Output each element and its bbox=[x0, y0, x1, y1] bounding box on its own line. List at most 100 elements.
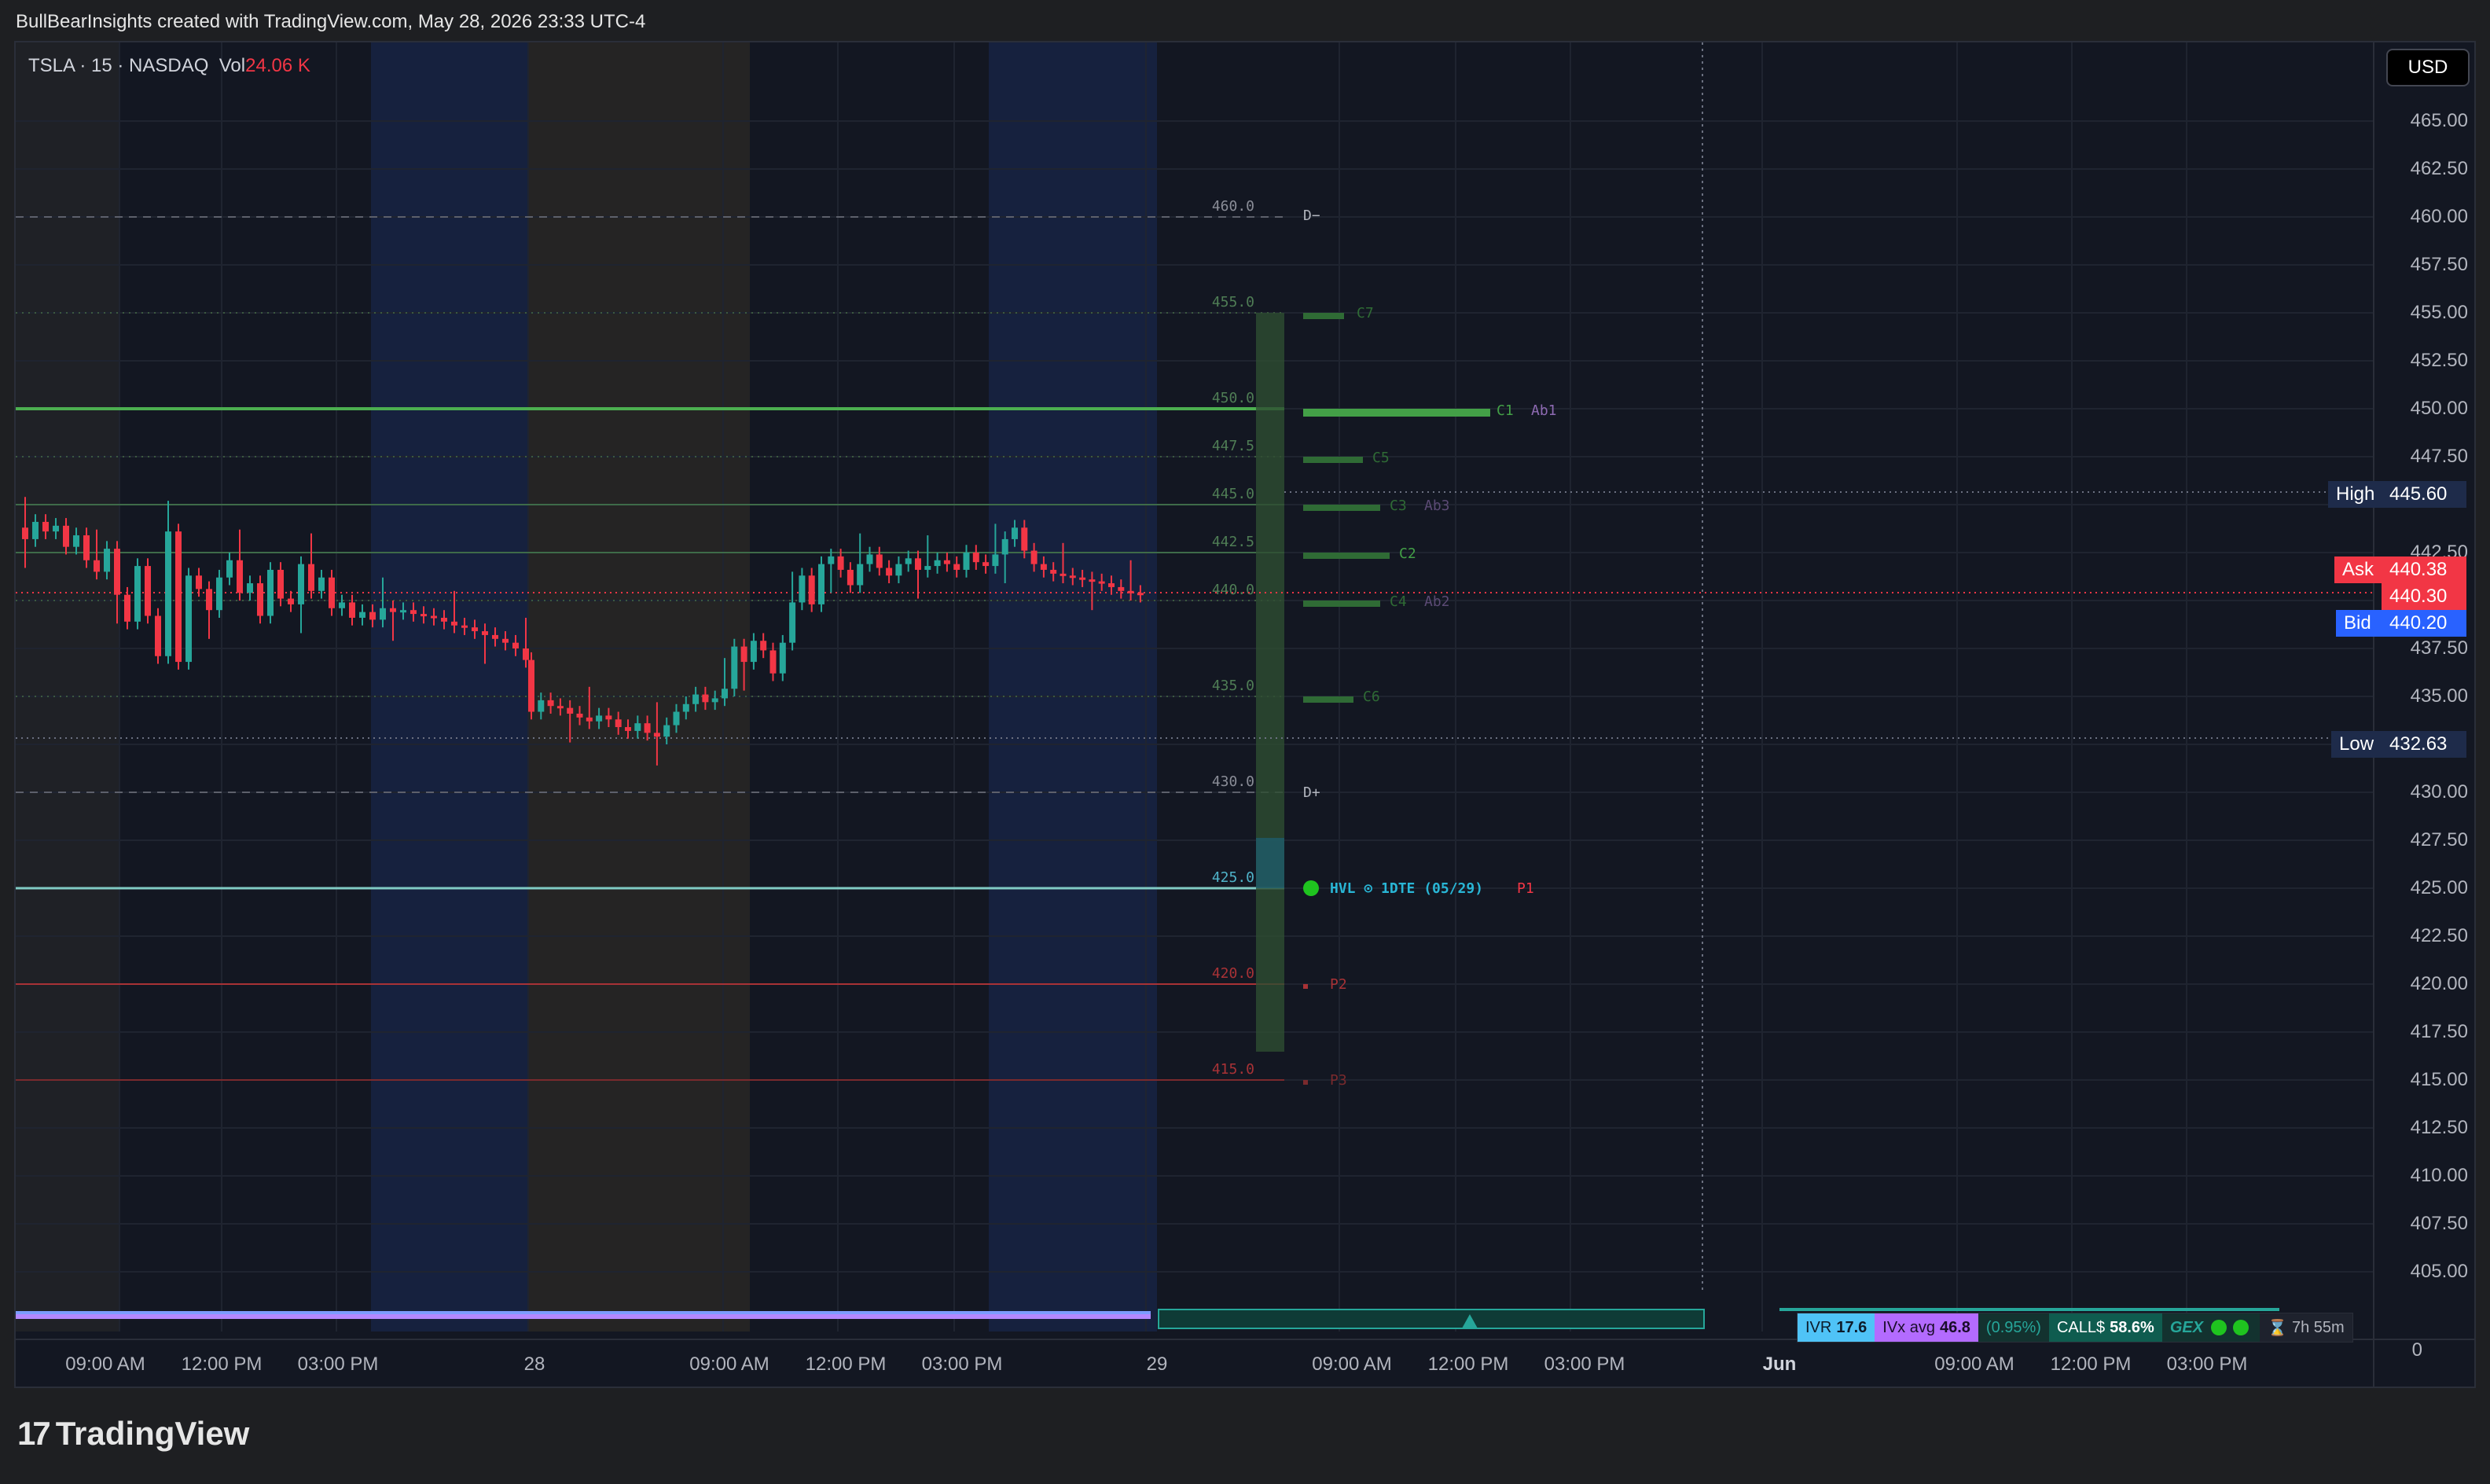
future-session-box bbox=[1158, 1309, 1705, 1329]
tradingview-logo-icon: 17 bbox=[17, 1415, 51, 1452]
candle-body bbox=[185, 575, 192, 663]
price-tick: 460.00 bbox=[2410, 206, 2468, 227]
candle-body bbox=[267, 569, 274, 616]
gex-label: Ab2 bbox=[1424, 593, 1450, 610]
candle-body bbox=[421, 614, 427, 617]
price-tick: 412.50 bbox=[2410, 1117, 2468, 1138]
gex-label: C3 bbox=[1390, 498, 1407, 514]
price-chart[interactable]: 460.0 455.0 450.0 447.5 445.0 442.5 440.… bbox=[16, 42, 2474, 1387]
calls-badge: CALL$ 58.6% bbox=[2048, 1313, 2162, 1342]
candle-body bbox=[1040, 564, 1047, 570]
session-shade-premarket bbox=[16, 42, 119, 1332]
candle-body bbox=[502, 638, 509, 643]
candle-body bbox=[886, 568, 893, 576]
green-dot-icon bbox=[2233, 1320, 2249, 1335]
candle-body bbox=[673, 711, 680, 725]
candle-body bbox=[1108, 583, 1115, 587]
gex-label: C4 bbox=[1390, 593, 1407, 610]
gex-label: Ab1 bbox=[1531, 402, 1557, 419]
timer-badge: ⌛ 7h 55m bbox=[2260, 1313, 2352, 1342]
level-label: 425.0 bbox=[1212, 869, 1254, 886]
level-label: 455.0 bbox=[1212, 294, 1254, 310]
indicator-status-strip[interactable]: IVR 17.6 IVx avg 46.8 (0.95%) CALL$ 58.6% G… bbox=[1797, 1313, 2353, 1343]
gex-label: C1 bbox=[1497, 402, 1514, 419]
candle-body bbox=[1069, 575, 1076, 579]
ask-tag-label: Ask bbox=[2334, 556, 2382, 583]
session-shade-afterhours bbox=[989, 42, 1157, 1332]
volume-label: Vol bbox=[219, 55, 246, 76]
candle-body bbox=[740, 646, 747, 663]
level-label: 460.0 bbox=[1212, 198, 1254, 215]
top-bar: BullBearInsights created with TradingVie… bbox=[0, 0, 2490, 41]
candle-body bbox=[42, 521, 49, 532]
candle-body bbox=[953, 564, 960, 570]
candle-body bbox=[298, 564, 304, 604]
time-tick: Jun bbox=[1762, 1354, 1797, 1375]
candle-body bbox=[165, 531, 171, 656]
price-tick: 430.00 bbox=[2410, 781, 2468, 803]
time-tick: 03:00 PM bbox=[1544, 1354, 1625, 1375]
session-shade-afterhours bbox=[371, 42, 528, 1332]
price-tick: 405.00 bbox=[2410, 1261, 2468, 1282]
candle-body bbox=[32, 521, 39, 539]
candle-body bbox=[847, 569, 854, 586]
price-tick: 450.00 bbox=[2410, 398, 2468, 419]
gex-range-band bbox=[1256, 313, 1284, 1052]
candle-body bbox=[866, 554, 873, 564]
candle-body bbox=[451, 621, 457, 626]
gex-label: D− bbox=[1303, 208, 1320, 224]
chart-pane[interactable]: 460.0 455.0 450.0 447.5 445.0 442.5 440.… bbox=[14, 41, 2476, 1388]
ivr-badge: IVR 17.6 bbox=[1798, 1313, 1875, 1342]
price-scale[interactable]: 465.00 462.50 460.00 457.50 455.00 452.5… bbox=[2374, 41, 2476, 1361]
candle-body bbox=[547, 700, 554, 707]
candle-body bbox=[400, 610, 406, 613]
candle-body bbox=[538, 700, 545, 712]
price-tick: 420.00 bbox=[2410, 973, 2468, 994]
time-tick: 09:00 AM bbox=[1934, 1354, 2014, 1375]
bid-tag-label: Bid bbox=[2336, 610, 2382, 637]
candle-body bbox=[1001, 538, 1008, 555]
candle-body bbox=[1118, 586, 1125, 591]
candle-body bbox=[410, 610, 417, 615]
tradingview-brand[interactable]: 17 TradingView bbox=[17, 1415, 249, 1453]
candle-body bbox=[329, 577, 335, 608]
candle-body bbox=[895, 564, 902, 576]
price-tick: 410.00 bbox=[2410, 1165, 2468, 1186]
candle-body bbox=[943, 560, 950, 564]
candle-body bbox=[359, 612, 365, 618]
candle-body bbox=[288, 598, 294, 604]
candle-body bbox=[750, 641, 757, 663]
candle-body bbox=[1098, 581, 1105, 584]
candle-body bbox=[523, 648, 529, 660]
candle-body bbox=[318, 577, 325, 591]
green-dot-icon bbox=[2211, 1320, 2227, 1335]
candle-body bbox=[556, 706, 564, 709]
price-tick: 455.00 bbox=[2410, 302, 2468, 323]
candle-body bbox=[124, 594, 130, 622]
candle-body bbox=[663, 725, 670, 737]
candle-body bbox=[53, 525, 59, 532]
candle-body bbox=[692, 694, 700, 704]
candle-body bbox=[196, 575, 202, 590]
candle-body bbox=[1030, 550, 1038, 564]
candle-body bbox=[349, 602, 355, 618]
symbol-legend[interactable]: TSLA · 15 · NASDAQ Vol24.06 K bbox=[28, 55, 310, 77]
candle-body bbox=[1089, 579, 1096, 582]
candle-body bbox=[992, 554, 999, 567]
candle-body bbox=[83, 535, 90, 560]
candle-body bbox=[145, 566, 151, 616]
price-tick: 462.50 bbox=[2410, 158, 2468, 179]
gex-label: C2 bbox=[1399, 545, 1416, 562]
candle-body bbox=[876, 554, 883, 568]
symbol-name[interactable]: TSLA · 15 · NASDAQ bbox=[28, 55, 208, 76]
candle-body bbox=[644, 723, 651, 733]
candle-body bbox=[114, 549, 120, 595]
candle-body bbox=[1127, 590, 1134, 593]
candle-body bbox=[837, 556, 844, 570]
gex-label: Ab3 bbox=[1424, 498, 1450, 514]
ask-tag-value: 440.38 bbox=[2382, 556, 2466, 583]
candle-body bbox=[461, 625, 468, 628]
candle-body bbox=[702, 694, 709, 703]
candle-body bbox=[625, 727, 631, 731]
candle-body bbox=[760, 641, 767, 651]
